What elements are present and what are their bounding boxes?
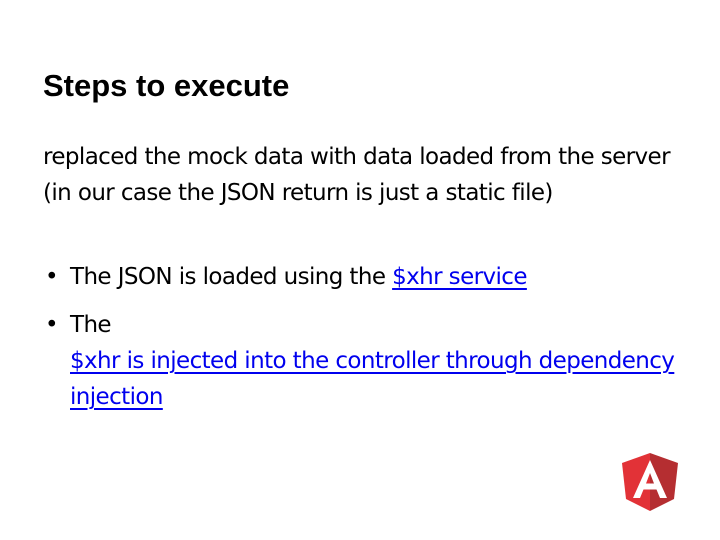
angularjs-shield-icon (622, 453, 678, 511)
bullet-item-dependency-injection: • The $xhr is injected into the controlle… (43, 307, 683, 415)
slide-title: Steps to execute (43, 68, 290, 103)
bullet-text: The JSON is loaded using the (70, 264, 393, 290)
bullet-item-xhr-service: • The JSON is loaded using the $xhr serv… (43, 259, 683, 295)
xhr-service-link[interactable]: $xhr service (392, 264, 527, 290)
bullet-dot: • (45, 264, 59, 290)
bullet-dot: • (45, 312, 59, 338)
intro-paragraph: replaced the mock data with data loaded … (43, 144, 671, 206)
bullet-list: • The JSON is loaded using the $xhr serv… (43, 259, 683, 427)
dependency-injection-link[interactable]: $xhr is injected into the controller thr… (70, 348, 675, 410)
bullet-text: The (70, 312, 112, 338)
